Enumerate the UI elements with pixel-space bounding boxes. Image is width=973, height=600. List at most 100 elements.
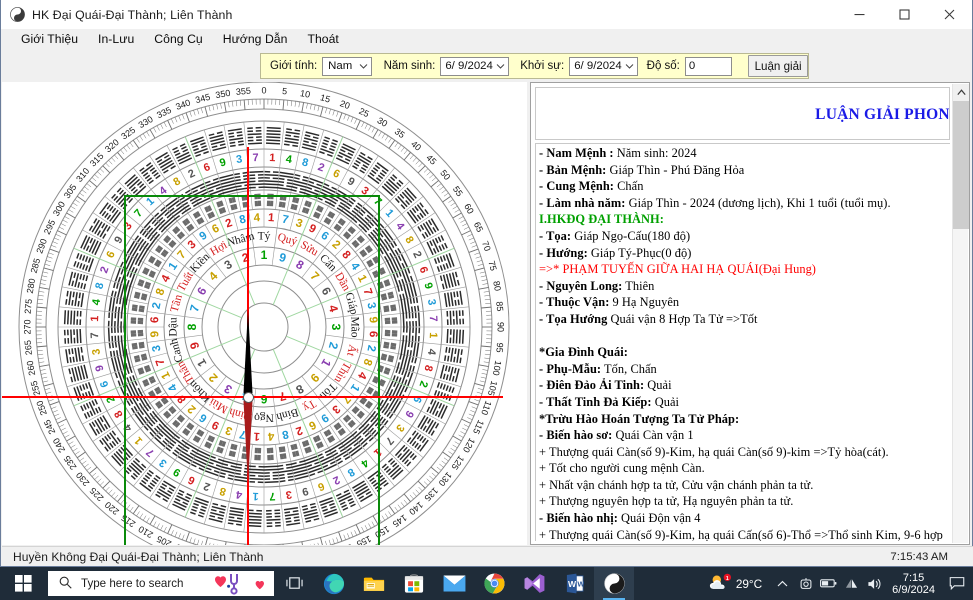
application-window: HK Đại Quái-Đại Thành; Liên Thành Giới T… — [0, 0, 973, 567]
report-line: - Làm nhà năm: Giáp Thìn - 2024 (dương l… — [539, 195, 891, 210]
client-area: Giới tính: Nam Năm sinh: 6/ 9/2024 Khởi … — [1, 49, 972, 546]
report-line: - Nguyên Long: Thiên — [539, 278, 655, 293]
svg-text:6: 6 — [149, 316, 161, 323]
report-body[interactable]: - Nam Mệnh : Năm sinh: 2024 - Bản Mệnh: G… — [535, 143, 950, 541]
svg-text:7: 7 — [89, 332, 101, 339]
weather-temperature: 29°C — [735, 576, 763, 591]
search-input[interactable]: Type here to search — [48, 571, 274, 596]
menu-item-gioi-thieu[interactable]: Giới Thiệu — [11, 30, 88, 48]
minimize-button[interactable] — [837, 0, 882, 29]
svg-text:1: 1 — [269, 152, 276, 164]
clock-time: 7:15 — [902, 571, 925, 584]
compass-panel[interactable]: 0 5 10 15 20 25 30 35 40 45 50 55 60 65 70 75 80 85 90 95 10… — [2, 82, 527, 545]
svg-text:10: 10 — [299, 88, 311, 100]
report-line: + Nhất vận chánh hợp ta tử, Cửu vận chán… — [539, 477, 814, 492]
report-line: I.HKĐQ ĐẠI THÀNH: — [539, 212, 664, 227]
report-line: - Thuộc Vận: 9 Hạ Nguyên — [539, 295, 680, 310]
report-line: + Thượng quái Càn(số 9)-Kim, hạ quái Càn… — [539, 444, 889, 459]
start-date-picker[interactable]: 6/ 9/2024 — [569, 56, 638, 76]
svg-text:3: 3 — [329, 324, 343, 331]
search-icon — [59, 576, 72, 592]
status-bar: Huyền Không Đại Quái-Đại Thành; Liên Thà… — [2, 546, 973, 566]
svg-text:8: 8 — [185, 323, 199, 330]
weather-widget[interactable]: 1 29°C — [705, 573, 771, 595]
chevron-up-icon[interactable] — [771, 567, 794, 600]
luopan-compass[interactable]: 0 5 10 15 20 25 30 35 40 45 50 55 60 65 70 75 80 85 90 95 10… — [2, 82, 527, 545]
birth-date-picker[interactable]: 6/ 9/2024 — [440, 56, 509, 76]
search-placeholder: Type here to search — [81, 577, 184, 590]
report-line: - Hướng: Giáp Tý-Phục(0 độ) — [539, 245, 692, 260]
status-text: Huyền Không Đại Quái-Đại Thành; Liên Thà… — [13, 549, 264, 564]
wifi-icon[interactable] — [840, 567, 863, 600]
birth-year-label: Năm sinh: — [383, 60, 436, 72]
report-line: + Thượng nguyên hợp ta tử, Hạ nguyên phả… — [539, 494, 794, 509]
compass-pivot — [243, 392, 254, 403]
svg-text:85: 85 — [494, 301, 505, 312]
interpret-button[interactable]: Luận giải — [748, 55, 808, 77]
file-explorer-icon[interactable] — [354, 567, 394, 600]
report-scrollbar[interactable] — [952, 84, 969, 543]
report-line: - Phụ-Mẫu: Tốn, Chấn — [539, 361, 657, 376]
notification-icon[interactable] — [943, 567, 971, 600]
svg-text:W: W — [568, 579, 577, 589]
svg-text:1: 1 — [89, 315, 101, 322]
windows-start-icon[interactable] — [0, 567, 46, 600]
partly-cloudy-icon: 1 — [709, 573, 731, 595]
chevron-down-icon — [359, 62, 368, 71]
degree-input[interactable]: 0 — [684, 56, 733, 76]
battery-icon[interactable] — [817, 567, 840, 600]
mail-icon[interactable] — [434, 567, 474, 600]
edge-icon[interactable] — [314, 567, 354, 600]
scrollbar-thumb[interactable] — [953, 101, 969, 229]
svg-text:6: 6 — [367, 331, 379, 338]
parameters-toolbar: Giới tính: Nam Năm sinh: 6/ 9/2024 Khởi … — [260, 53, 809, 79]
report-line: - Thất Tinh Đả Kiếp: Quải — [539, 394, 679, 409]
chevron-down-icon — [496, 62, 505, 71]
report-line: - Biến hào nhị: Quái Độn vận 4 — [539, 511, 701, 526]
svg-text:6: 6 — [260, 392, 267, 406]
chevron-down-icon — [625, 62, 634, 71]
start-date-value: 6/ 9/2024 — [574, 60, 622, 72]
maximize-button[interactable] — [882, 0, 927, 29]
svg-text:80: 80 — [491, 280, 503, 292]
report-line: - Bản Mệnh: Giáp Thìn - Phú Đăng Hỏa — [539, 162, 745, 177]
svg-text:7: 7 — [269, 490, 276, 502]
scroll-up-button[interactable] — [953, 84, 969, 101]
chrome-icon[interactable] — [474, 567, 514, 600]
menu-bar: Giới Thiệu In-Lưu Công Cụ Hướng Dẫn Thoá… — [1, 29, 972, 49]
close-button[interactable] — [927, 0, 972, 29]
yin-yang-app-icon[interactable] — [594, 567, 634, 600]
microsoft-store-icon[interactable] — [394, 567, 434, 600]
birth-date-value: 6/ 9/2024 — [445, 60, 493, 72]
svg-text:7: 7 — [252, 152, 259, 164]
sex-label: Giới tính: — [270, 60, 318, 72]
sex-select[interactable]: Nam — [322, 56, 373, 76]
menu-item-thoat[interactable]: Thoát — [297, 30, 348, 48]
report-line: - Điên Đảo Ải Tinh: Quải — [539, 378, 672, 393]
volume-icon[interactable] — [863, 567, 886, 600]
taskbar-clock[interactable]: 7:15 6/9/2024 — [886, 572, 943, 596]
svg-text:1: 1 — [427, 332, 439, 339]
menu-item-in-luu[interactable]: In-Lưu — [88, 30, 144, 48]
report-heading: LUẬN GIẢI PHONG — [815, 106, 950, 123]
svg-text:9: 9 — [367, 316, 379, 323]
degree-label: Độ số: — [646, 60, 680, 72]
camera-icon[interactable] — [794, 567, 817, 600]
report-line: - Tọa: Giáp Ngọ-Cấu(180 độ) — [539, 228, 691, 243]
menu-item-huong-dan[interactable]: Hướng Dẫn — [213, 30, 298, 48]
word-icon[interactable]: W W — [554, 567, 594, 600]
resize-grip[interactable] — [956, 550, 969, 563]
title-bar-left: HK Đại Quái-Đại Thành; Liên Thành — [1, 7, 232, 22]
svg-text:0: 0 — [261, 85, 266, 95]
task-view-icon[interactable] — [274, 567, 314, 600]
start-date-label: Khởi sự: — [520, 60, 565, 72]
system-tray: 1 29°C 7:15 6/9/2024 — [705, 567, 973, 600]
visual-studio-icon[interactable] — [514, 567, 554, 600]
menu-item-cong-cu[interactable]: Công Cụ — [144, 30, 212, 48]
report-line: =>* PHẠM TUYẾN GIỮA HAI HẠ QUÁI(Đại Hung… — [539, 262, 816, 277]
report-line: - Cung Mệnh: Chấn — [539, 179, 644, 194]
svg-text:9: 9 — [149, 331, 161, 338]
svg-text:90: 90 — [496, 322, 506, 332]
svg-text:Tý: Tý — [258, 231, 271, 243]
svg-text:270: 270 — [22, 319, 32, 334]
